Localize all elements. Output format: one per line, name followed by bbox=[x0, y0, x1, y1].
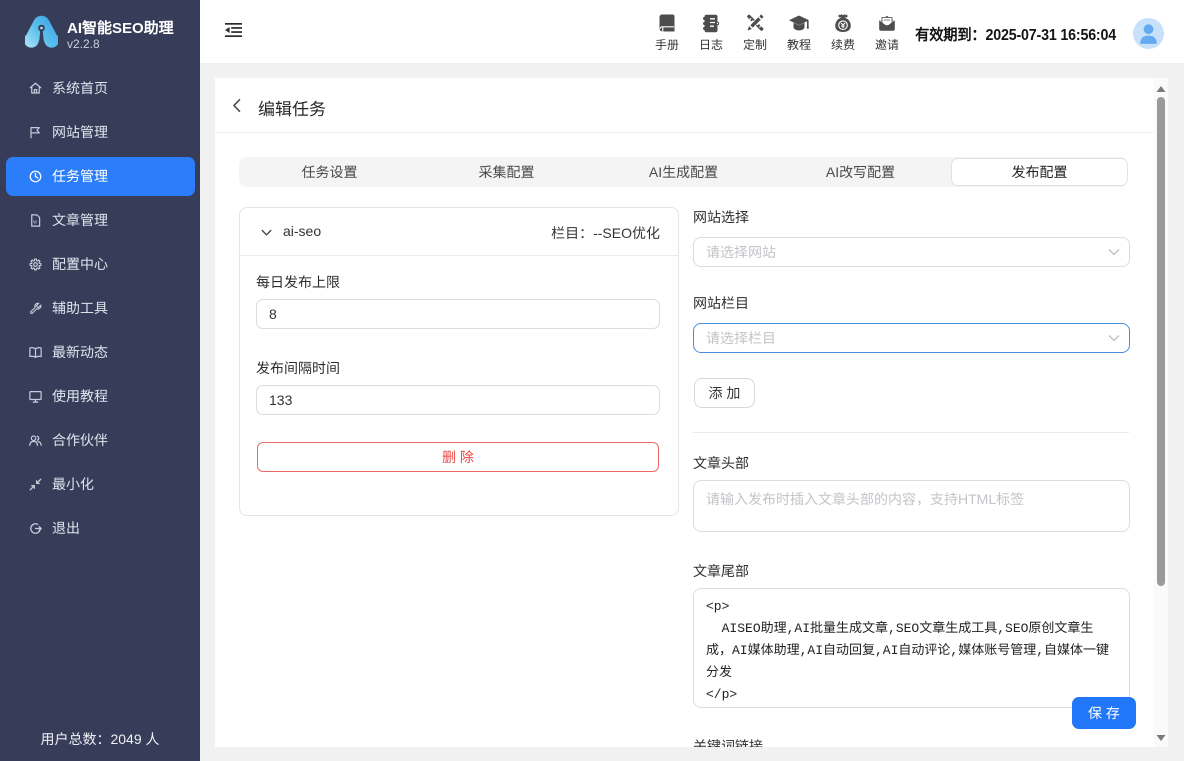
svg-text:w: w bbox=[33, 219, 37, 225]
